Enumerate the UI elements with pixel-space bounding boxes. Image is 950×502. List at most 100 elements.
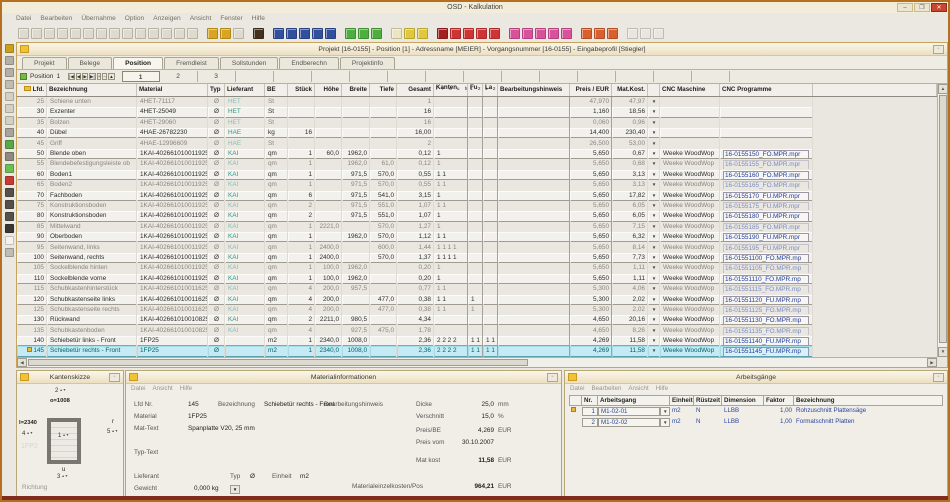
column-header-fu[interactable]: Fu1 2 [468, 84, 483, 96]
table-row[interactable]: 110Sockelblende vorne1KAI-40266101001192… [17, 274, 937, 284]
gewicht-dropdown[interactable]: ▼ [230, 485, 240, 494]
dim-icon[interactable] [5, 248, 14, 257]
arb-column-header-bez[interactable]: Bezeichnung [794, 395, 943, 406]
page-tab-2[interactable]: 2 [160, 71, 198, 82]
column-header-pre[interactable]: Preis / EUR [570, 84, 612, 96]
page-tab-empty[interactable] [540, 71, 578, 82]
module-pink-1-icon[interactable] [509, 28, 520, 39]
dropdown-icon[interactable]: ▼ [652, 317, 657, 322]
nav-button[interactable]: + [97, 73, 102, 80]
arbeitsgaenge-menu-item[interactable]: Hilfe [656, 385, 668, 392]
column-header-bre[interactable]: Breite [342, 84, 370, 96]
module-yellow-1-icon[interactable] [391, 28, 402, 39]
dropdown-icon[interactable]: ▼ [652, 328, 657, 333]
red-tool-icon[interactable] [5, 176, 14, 185]
table-row[interactable]: 115Schubkastenhinterstück1KAI-4026610100… [17, 284, 937, 294]
column-header-ges[interactable]: Gesamt [397, 84, 434, 96]
arbeitsgaenge-menu-item[interactable]: Ansicht [628, 385, 648, 392]
arbeitsgaenge-close-icon[interactable]: ▫ [933, 373, 944, 382]
new-icon[interactable] [18, 28, 29, 39]
tab-projekt[interactable]: Projekt [22, 57, 67, 69]
export-icon[interactable] [220, 28, 231, 39]
materialinfo-menu-item[interactable]: Ansicht [152, 385, 172, 392]
table-row[interactable]: 65Boden21KAI-402661010011925ØKAIqm1971,5… [17, 180, 937, 190]
table-row[interactable]: 125Schubkastenseite rechts1KAI-402661010… [17, 305, 937, 315]
maximize-button[interactable]: ❐ [914, 3, 930, 12]
dropdown-icon[interactable]: ▼ [652, 193, 657, 198]
arb-column-header-fak[interactable]: Faktor [764, 395, 794, 406]
monitor-2-icon[interactable] [5, 68, 14, 77]
tab-fremdleist[interactable]: Fremdleist [164, 57, 219, 69]
dropdown-icon[interactable]: ▼ [652, 276, 657, 281]
dropdown-icon[interactable]: ▼ [652, 161, 657, 166]
column-header-stk[interactable]: Stück [288, 84, 315, 96]
dropdown-icon[interactable]: ▼ [652, 99, 657, 104]
blank-icon[interactable] [5, 236, 14, 245]
preview-icon[interactable] [70, 28, 81, 39]
grid-icon[interactable] [148, 28, 159, 39]
doc-icon[interactable] [5, 80, 14, 89]
column-header-cp[interactable]: CNC Programme [720, 84, 813, 96]
refresh-icon[interactable] [233, 28, 244, 39]
table-row[interactable]: 40Dübel4HAE-26782230ØHAEkg1616,0014,4002… [17, 128, 937, 138]
menu-item-bearbeiten[interactable]: Bearbeiten [40, 13, 72, 25]
table-row[interactable]: 25Schiene unten4HET-71117ØHETSt147,97047… [17, 97, 937, 107]
scroll-up-icon[interactable]: ▲ [938, 84, 948, 94]
arbeitsgang-row[interactable]: 2M1-02-02▼m2NLLBB1,00Formatschnitt Platt… [569, 417, 943, 428]
table-row[interactable]: 130Rückwand1KAI-402661010010825ØKAIqm222… [17, 315, 937, 325]
menu-item-datei[interactable]: Datei [16, 13, 31, 25]
table-row[interactable]: 85Mittelwand1KAI-402661010011925ØKAIqm12… [17, 222, 937, 232]
monitor-icon[interactable] [5, 56, 14, 65]
module-blue-1-icon[interactable] [273, 28, 284, 39]
horizontal-scrollbar[interactable]: ◀ ▶ [17, 357, 937, 367]
save-icon[interactable] [44, 28, 55, 39]
column-header-cm[interactable]: CNC Maschine [660, 84, 720, 96]
green-plus-icon[interactable] [5, 164, 14, 173]
table-row[interactable]: 55Blendebefestigungsleiste ob1KAI-402661… [17, 159, 937, 169]
scroll-left-icon[interactable]: ◀ [17, 358, 27, 367]
cut-icon[interactable] [83, 28, 94, 39]
column-header-dd[interactable] [648, 84, 660, 96]
column-header-kan[interactable]: Kantenl r o u h [434, 84, 468, 96]
dropdown-icon[interactable]: ▼ [652, 203, 657, 208]
menu-item-option[interactable]: Option [125, 13, 144, 25]
arrow-icon[interactable] [5, 128, 14, 137]
arb-column-header-nr[interactable]: Nr. [582, 395, 598, 406]
tab-belege[interactable]: Belege [68, 57, 113, 69]
arb-dropdown-icon[interactable]: ▼ [660, 418, 670, 427]
tab-position[interactable]: Position [113, 57, 163, 69]
lines-icon[interactable] [5, 224, 14, 233]
columns-icon[interactable] [174, 28, 185, 39]
dropdown-icon[interactable]: ▼ [652, 151, 657, 156]
mdi-close-icon[interactable]: ▫ [933, 45, 944, 54]
arb-dropdown-icon[interactable]: ▼ [660, 407, 670, 416]
dropdown-icon[interactable]: ▼ [652, 297, 657, 302]
column-header-lief[interactable]: Lieferant [225, 84, 265, 96]
table-row[interactable]: 95Seitenwand, links1KAI-402661010011925Ø… [17, 242, 937, 252]
page-tab-empty[interactable] [502, 71, 540, 82]
grid-3-icon[interactable] [5, 212, 14, 221]
scroll-right-icon[interactable]: ▶ [927, 358, 937, 367]
module-red-5-icon[interactable] [489, 28, 500, 39]
nav-button[interactable]: ▲ [108, 73, 115, 80]
window-icon[interactable] [161, 28, 172, 39]
column-header-typ[interactable]: Typ [208, 84, 225, 96]
arbeitsgaenge-menu-item[interactable]: Bearbeiten [591, 385, 621, 392]
view-3-icon[interactable] [653, 28, 664, 39]
page-tab-empty[interactable] [350, 71, 388, 82]
table-row[interactable]: 100Seitenwand, rechts1KAI-40266101001192… [17, 253, 937, 263]
dropdown-icon[interactable]: ▼ [652, 255, 657, 260]
horizontal-scroll-thumb[interactable] [28, 359, 528, 366]
table-row[interactable]: 30Exzenter4HET-25049ØHETSt161,16018,56▼ [17, 107, 937, 117]
vertical-scroll-thumb[interactable] [939, 95, 947, 343]
page-tab-empty[interactable] [616, 71, 654, 82]
dropdown-icon[interactable]: ▼ [652, 348, 657, 353]
nav-button[interactable]: ◀ [76, 73, 82, 80]
arb-column-header-rust[interactable]: Rüstzeit [694, 395, 722, 406]
dropdown-icon[interactable]: ▼ [652, 109, 657, 114]
materialinfo-menu-item[interactable]: Hilfe [180, 385, 192, 392]
page-tab-1[interactable]: 1 [122, 71, 160, 82]
edge-bottom-spinner[interactable]: 3▲▼ [57, 474, 68, 480]
module-red-3-icon[interactable] [463, 28, 474, 39]
dot-3-icon[interactable] [5, 116, 14, 125]
